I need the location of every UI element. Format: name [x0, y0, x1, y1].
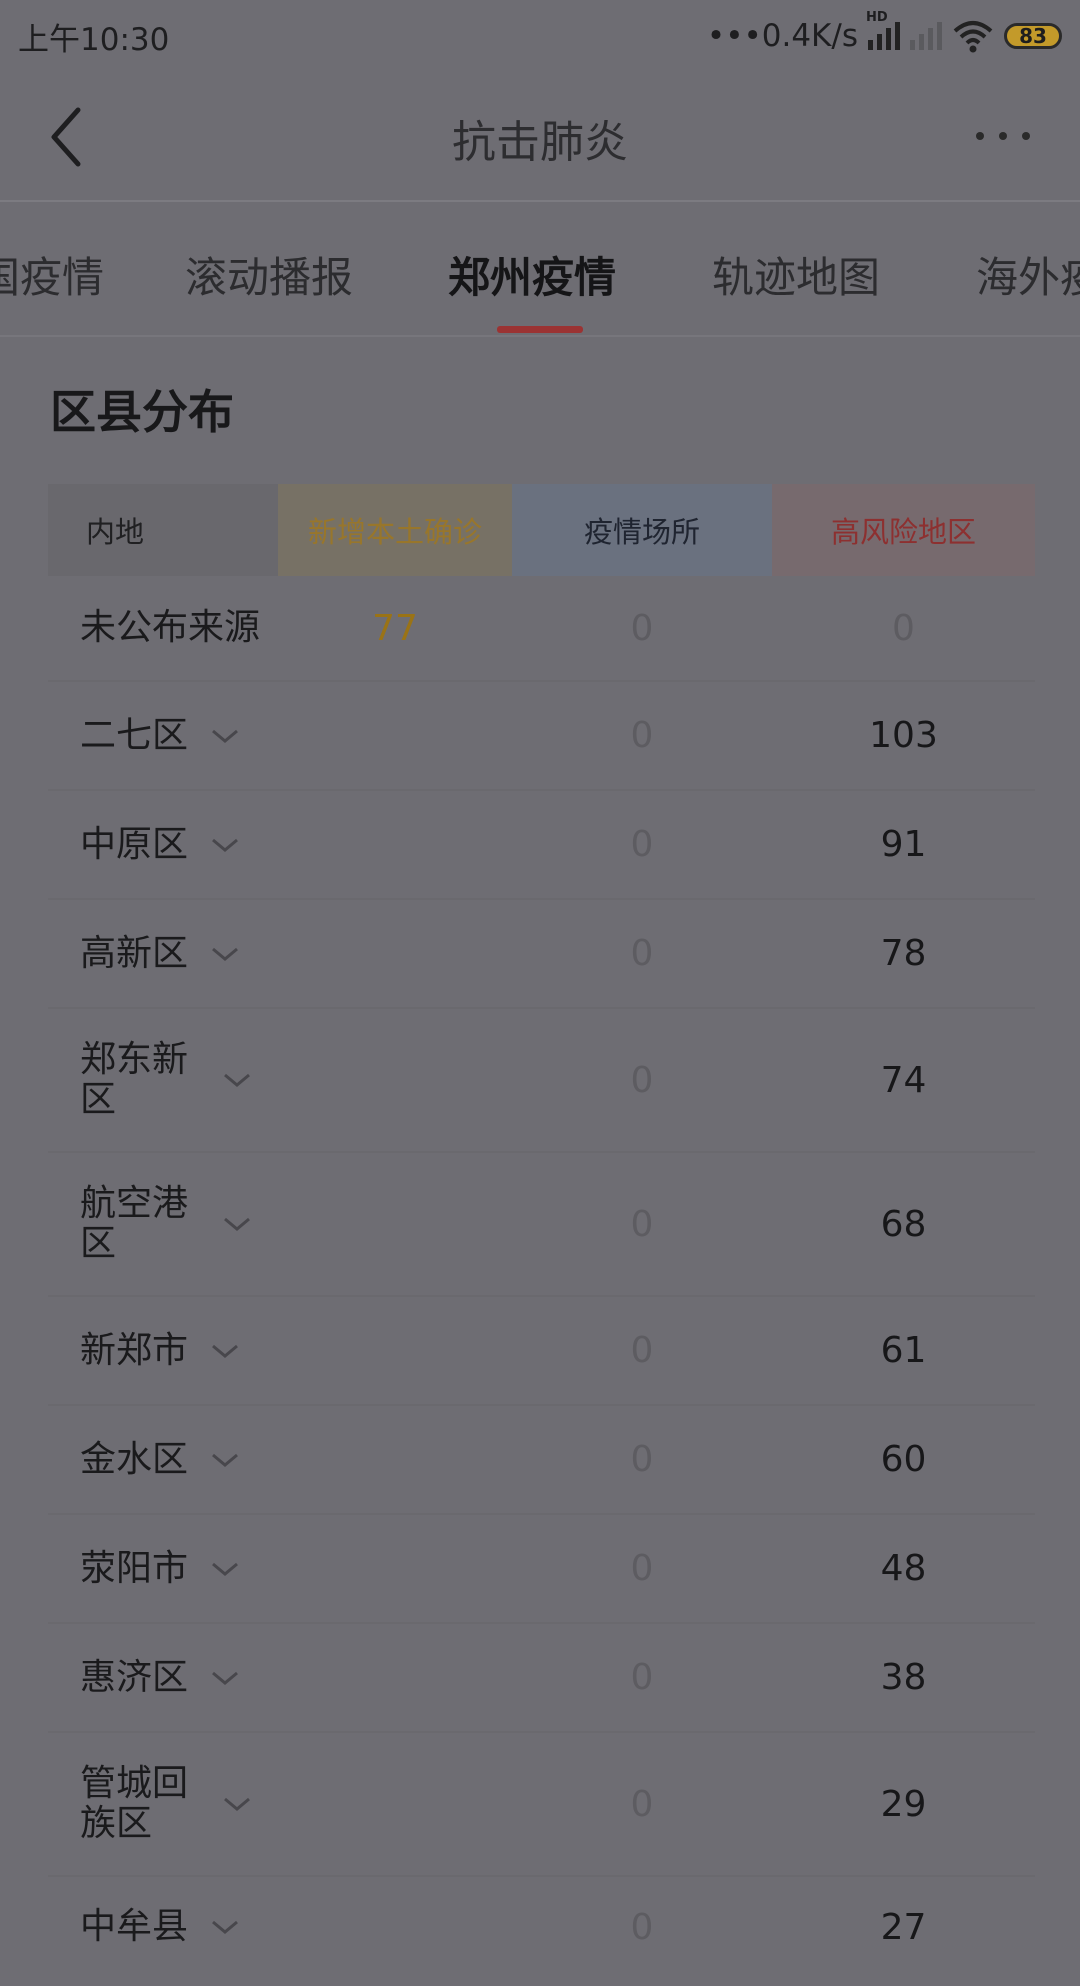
- chevron-down-icon[interactable]: [210, 726, 240, 746]
- table-row[interactable]: 航空港区 0 68: [48, 1153, 1035, 1297]
- district-table: 内地 新增本土确诊 疫情场所 高风险地区 未公布来源 77 0 0 二七区 0 …: [48, 484, 1035, 1986]
- sites-value: 0: [630, 1907, 654, 1948]
- chevron-down-icon[interactable]: [210, 1341, 240, 1361]
- tab-national[interactable]: 国疫情: [0, 244, 104, 305]
- table-row[interactable]: 新郑市 0 61: [48, 1297, 1035, 1406]
- district-name-cell: 未公布来源: [48, 608, 278, 648]
- chevron-down-icon[interactable]: [222, 1070, 252, 1090]
- high-risk-value: 0: [892, 607, 915, 649]
- district-name: 金水区: [80, 1438, 189, 1480]
- high-risk-value: 91: [880, 824, 927, 865]
- district-name-cell: 新郑市: [48, 1329, 278, 1371]
- column-header-high-risk[interactable]: 高风险地区: [772, 484, 1035, 576]
- district-name-cell: 高新区: [48, 932, 278, 974]
- sites-value: 0: [630, 715, 654, 756]
- battery-icon: 83: [1004, 23, 1062, 49]
- app-header: 抗击肺炎: [0, 72, 1080, 202]
- chevron-down-icon[interactable]: [210, 1917, 240, 1937]
- signal-hd-icon: HD: [866, 10, 900, 50]
- active-tab-indicator: [497, 326, 583, 333]
- table-header: 内地 新增本土确诊 疫情场所 高风险地区: [48, 484, 1035, 576]
- district-name-cell: 惠济区: [48, 1656, 278, 1698]
- chevron-down-icon[interactable]: [210, 944, 240, 964]
- district-name: 航空港区: [80, 1183, 189, 1264]
- chevron-down-icon[interactable]: [210, 1559, 240, 1579]
- status-time: 上午10:30: [18, 21, 170, 58]
- high-risk-value: 78: [880, 933, 927, 974]
- table-row[interactable]: 管城回族区 0 29: [48, 1733, 1035, 1877]
- hd-label: HD: [866, 10, 888, 25]
- table-row[interactable]: 高新区 0 78: [48, 900, 1035, 1009]
- column-header-new-local[interactable]: 新增本土确诊: [278, 484, 512, 576]
- status-icons: •••0.4K/s HD 83: [706, 10, 1062, 54]
- table-row: 未公布来源 77 0 0: [48, 576, 1035, 682]
- high-risk-value: 27: [880, 1907, 927, 1948]
- high-risk-value: 38: [880, 1657, 927, 1698]
- status-bar: 上午10:30 •••0.4K/s HD 83: [0, 0, 1080, 72]
- district-name: 高新区: [80, 932, 189, 974]
- table-row[interactable]: 金水区 0 60: [48, 1406, 1035, 1515]
- tab-zhengzhou[interactable]: 郑州疫情: [448, 244, 616, 305]
- sites-value: 0: [630, 607, 654, 649]
- network-speed: •••0.4K/s: [706, 18, 858, 54]
- tab-rolling-news[interactable]: 滚动播报: [185, 244, 353, 305]
- chevron-down-icon[interactable]: [222, 1794, 252, 1814]
- sites-value: 0: [630, 824, 654, 865]
- sites-value: 0: [630, 1059, 654, 1101]
- sites-value: 0: [630, 1439, 654, 1480]
- high-risk-value: 48: [880, 1548, 927, 1589]
- sites-value: 0: [630, 1548, 654, 1589]
- more-options-icon[interactable]: [976, 132, 1030, 140]
- district-name-cell: 中牟县: [48, 1907, 278, 1947]
- chevron-down-icon[interactable]: [222, 1214, 252, 1234]
- district-name: 郑东新区: [80, 1039, 189, 1120]
- wifi-icon: [953, 21, 993, 53]
- tab-bar: 国疫情 滚动播报 郑州疫情 轨迹地图 海外疫: [0, 202, 1080, 337]
- high-risk-value: 60: [880, 1439, 927, 1480]
- chevron-down-icon[interactable]: [210, 835, 240, 855]
- district-name: 新郑市: [80, 1329, 189, 1371]
- chevron-down-icon[interactable]: [210, 1450, 240, 1470]
- tab-overseas[interactable]: 海外疫: [976, 244, 1080, 305]
- sites-value: 0: [630, 933, 654, 974]
- column-header-sites[interactable]: 疫情场所: [512, 484, 772, 576]
- district-name: 惠济区: [80, 1656, 189, 1698]
- high-risk-value: 103: [869, 715, 938, 756]
- district-name: 中牟县: [80, 1906, 189, 1947]
- district-name: 二七区: [80, 714, 189, 756]
- sites-value: 0: [630, 1203, 654, 1245]
- district-name-cell: 航空港区: [48, 1184, 278, 1264]
- district-name-cell: 管城回族区: [48, 1764, 278, 1844]
- district-name-cell: 郑东新区: [48, 1040, 278, 1120]
- section-title: 区县分布: [50, 385, 234, 439]
- table-row[interactable]: 荥阳市 0 48: [48, 1515, 1035, 1624]
- sites-value: 0: [630, 1783, 654, 1825]
- district-name: 未公布来源: [80, 607, 261, 648]
- table-row[interactable]: 中牟县 0 27: [48, 1877, 1035, 1986]
- column-header-region[interactable]: 内地: [48, 484, 278, 576]
- high-risk-value: 74: [880, 1059, 927, 1101]
- district-name-cell: 荥阳市: [48, 1547, 278, 1589]
- table-row[interactable]: 二七区 0 103: [48, 682, 1035, 791]
- high-risk-value: 61: [880, 1330, 927, 1371]
- tab-trajectory-map[interactable]: 轨迹地图: [712, 244, 880, 305]
- high-risk-value: 68: [880, 1203, 927, 1245]
- sites-value: 0: [630, 1657, 654, 1698]
- new-local-value: 77: [372, 607, 418, 649]
- table-row[interactable]: 中原区 0 91: [48, 791, 1035, 900]
- district-name-cell: 二七区: [48, 714, 278, 756]
- high-risk-value: 29: [880, 1783, 927, 1825]
- district-name: 中原区: [80, 823, 189, 865]
- district-name: 管城回族区: [80, 1763, 189, 1844]
- signal-weak-icon: [910, 22, 942, 50]
- district-name: 荥阳市: [80, 1547, 189, 1589]
- chevron-down-icon[interactable]: [210, 1668, 240, 1688]
- table-row[interactable]: 惠济区 0 38: [48, 1624, 1035, 1733]
- page-title: 抗击肺炎: [452, 117, 628, 168]
- district-name-cell: 中原区: [48, 823, 278, 865]
- sites-value: 0: [630, 1330, 654, 1371]
- table-row[interactable]: 郑东新区 0 74: [48, 1009, 1035, 1153]
- district-name-cell: 金水区: [48, 1438, 278, 1480]
